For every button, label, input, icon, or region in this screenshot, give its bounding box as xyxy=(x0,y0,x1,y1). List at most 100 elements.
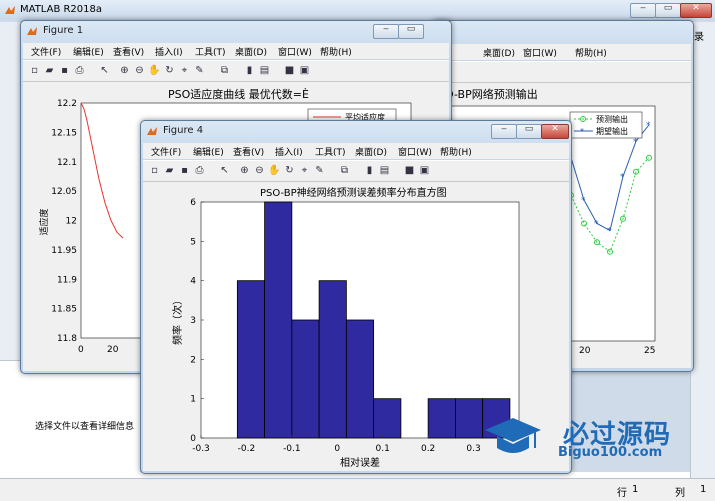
x-tick-label: -0.1 xyxy=(283,444,301,454)
fig2-legend-pred: 预测输出 xyxy=(596,114,628,124)
menu-file[interactable]: 文件(F) xyxy=(151,145,181,158)
figure-2-toolbar xyxy=(435,61,691,83)
menu-desktop[interactable]: 桌面(D) xyxy=(235,45,267,58)
desktop-maximize-button[interactable]: ▭ xyxy=(655,3,681,18)
data-cursor-icon[interactable]: ⌖ xyxy=(298,164,311,177)
hide-tools-icon[interactable]: ■ xyxy=(403,164,416,177)
menu-help[interactable]: 帮助(H) xyxy=(440,145,472,158)
figure-4-title: Figure 4 xyxy=(163,125,204,136)
legend-icon[interactable]: ▤ xyxy=(258,64,271,77)
brush-icon[interactable]: ✎ xyxy=(313,164,326,177)
histogram-bar xyxy=(345,319,375,439)
menu-tools[interactable]: 工具(T) xyxy=(315,145,346,158)
menu-edit[interactable]: 编辑(E) xyxy=(73,45,104,58)
x-tick-label: 0.2 xyxy=(421,444,435,454)
menu-insert[interactable]: 插入(I) xyxy=(155,45,183,58)
dock-icon[interactable]: ▣ xyxy=(418,164,431,177)
zoom-in-icon[interactable]: ⊕ xyxy=(118,64,131,77)
zoom-out-icon[interactable]: ⊖ xyxy=(133,64,146,77)
expected-output-point: * xyxy=(633,137,638,147)
y-tick-label: 11.8 xyxy=(57,334,77,344)
x-tick-label: 0.1 xyxy=(376,444,390,454)
menu-desktop[interactable]: 桌面(D) xyxy=(355,145,387,158)
figure-1-maximize-button[interactable]: ▭ xyxy=(398,24,424,39)
menu-view[interactable]: 查看(V) xyxy=(233,145,264,158)
pan-icon[interactable]: ✋ xyxy=(148,64,161,77)
figure-4-minimize-button[interactable]: ‒ xyxy=(491,124,517,139)
data-cursor-icon[interactable]: ⌖ xyxy=(178,64,191,77)
y-tick-label: 12.2 xyxy=(57,99,77,109)
histogram-bar xyxy=(373,398,402,439)
zoom-out-icon[interactable]: ⊖ xyxy=(253,164,266,177)
save-icon[interactable]: ▪ xyxy=(178,164,191,177)
menu-file[interactable]: 文件(F) xyxy=(31,45,61,58)
pointer-icon[interactable]: ↖ xyxy=(218,164,231,177)
dock-icon[interactable]: ▣ xyxy=(298,64,311,77)
matlab-logo-icon xyxy=(5,6,15,14)
figure-1-minimize-button[interactable]: ‒ xyxy=(373,24,399,39)
rotate-icon[interactable]: ↻ xyxy=(163,64,176,77)
expected-output-point: * xyxy=(581,196,586,206)
fig4-ylabel: 频率（次） xyxy=(171,295,184,345)
menu-edit[interactable]: 编辑(E) xyxy=(193,145,224,158)
figure-1-title: Figure 1 xyxy=(43,25,84,36)
menu-window[interactable]: 窗口(W) xyxy=(278,45,312,58)
fig1-xtick-20: 20 xyxy=(107,345,119,355)
y-tick-label: 11.85 xyxy=(51,305,77,315)
menu-tools[interactable]: 工具(T) xyxy=(195,45,226,58)
expected-output-point: * xyxy=(594,220,599,230)
figure-4-menubar: 文件(F) 编辑(E) 查看(V) 插入(I) 工具(T) 桌面(D) 窗口(W… xyxy=(143,143,569,159)
histogram-bar xyxy=(291,319,320,439)
watermark-sub: Biguo100.com xyxy=(558,445,663,460)
row-value: 1 xyxy=(632,484,639,495)
rotate-icon[interactable]: ↻ xyxy=(283,164,296,177)
link-icon[interactable]: ⧉ xyxy=(218,64,231,77)
legend-icon[interactable]: ▤ xyxy=(378,164,391,177)
pan-icon[interactable]: ✋ xyxy=(268,164,281,177)
menu-help[interactable]: 帮助(H) xyxy=(320,45,352,58)
desktop-minimize-button[interactable]: ‒ xyxy=(630,3,656,18)
menu-insert[interactable]: 插入(I) xyxy=(275,145,303,158)
figure-1-menubar: 文件(F) 编辑(E) 查看(V) 插入(I) 工具(T) 桌面(D) 窗口(W… xyxy=(23,43,449,59)
y-tick-label: 12.1 xyxy=(57,158,77,168)
fig2-legend-exp-marker: * xyxy=(580,127,584,136)
brush-icon[interactable]: ✎ xyxy=(193,64,206,77)
colorbar-icon[interactable]: ▮ xyxy=(363,164,376,177)
histogram-bar xyxy=(318,280,347,439)
open-icon[interactable]: ▰ xyxy=(43,64,56,77)
menu-desktop[interactable]: 桌面(D) xyxy=(483,46,515,59)
menu-window[interactable]: 窗口(W) xyxy=(523,46,557,59)
figure-1-icon xyxy=(27,27,37,35)
menu-window[interactable]: 窗口(W) xyxy=(398,145,432,158)
row-label: 行 xyxy=(617,488,627,499)
y-tick-label: 12.05 xyxy=(51,187,77,197)
histogram-bar xyxy=(454,398,484,439)
figure-4-close-button[interactable]: ✕ xyxy=(541,124,569,139)
menu-view[interactable]: 查看(V) xyxy=(113,45,144,58)
zoom-in-icon[interactable]: ⊕ xyxy=(238,164,251,177)
colorbar-icon[interactable]: ▮ xyxy=(243,64,256,77)
details-hint: 选择文件以查看详细信息 xyxy=(35,422,135,432)
new-figure-icon[interactable]: ▫ xyxy=(148,164,161,177)
menu-help[interactable]: 帮助(H) xyxy=(575,46,607,59)
figure-4-toolbar: ▫ ▰ ▪ ⎙ ↖ ⊕ ⊖ ✋ ↻ ⌖ ✎ ⧉ ▮ ▤ ■ ▣ xyxy=(143,160,569,182)
figure-2-menubar: 桌面(D) 窗口(W) 帮助(H) xyxy=(435,44,691,60)
hide-tools-icon[interactable]: ■ xyxy=(283,64,296,77)
figure-4-maximize-button[interactable]: ▭ xyxy=(516,124,542,139)
desktop-close-button[interactable]: ✕ xyxy=(680,3,712,18)
x-tick-label: -0.2 xyxy=(238,444,256,454)
save-icon[interactable]: ▪ xyxy=(58,64,71,77)
link-icon[interactable]: ⧉ xyxy=(338,164,351,177)
fig2-legend-exp: 期望输出 xyxy=(596,126,628,136)
pointer-icon[interactable]: ↖ xyxy=(98,64,111,77)
print-icon[interactable]: ⎙ xyxy=(73,64,86,77)
open-icon[interactable]: ▰ xyxy=(163,164,176,177)
print-icon[interactable]: ⎙ xyxy=(193,164,206,177)
details-panel: 选择文件以查看详细信息 xyxy=(0,360,140,479)
y-tick-label: 12.15 xyxy=(51,128,77,138)
new-figure-icon[interactable]: ▫ xyxy=(28,64,41,77)
y-tick-label: 6 xyxy=(190,198,196,208)
y-tick-label: 0 xyxy=(190,434,196,444)
y-tick-label: 2 xyxy=(190,355,196,365)
histogram-bar xyxy=(427,398,456,439)
